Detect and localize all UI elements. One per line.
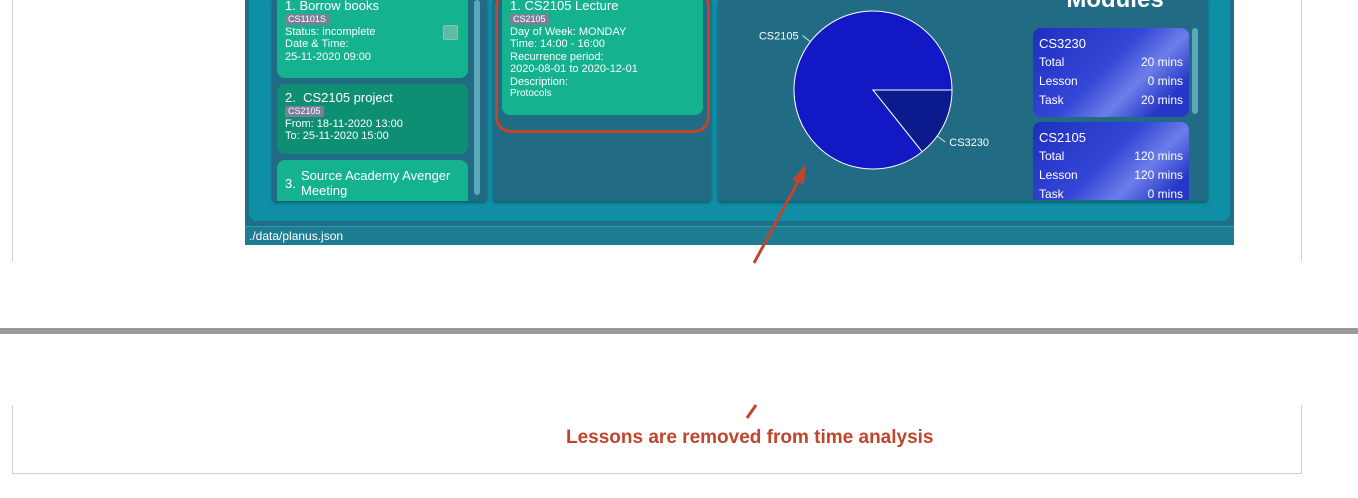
lesson-index: 1.	[510, 0, 521, 13]
pie-label-cs2105: CS2105	[759, 31, 799, 43]
task-title-line2: Meeting	[301, 183, 348, 198]
lesson-recurrence-label: Recurrence period:	[510, 50, 604, 63]
lesson-description: Protocols	[510, 88, 552, 99]
lesson-recurrence: 2020-08-01 to 2020-12-01	[510, 63, 638, 75]
module-row-value: 0 mins	[1147, 187, 1183, 200]
annotation-arrow	[752, 164, 806, 264]
task-index: 2.	[285, 90, 296, 105]
module-row-value: 120 mins	[1134, 149, 1183, 163]
module-name: CS2105	[1039, 130, 1086, 145]
module-row-value: 20 mins	[1140, 55, 1183, 69]
lesson-card[interactable]: 1. CS2105 Lecture CS2105 Day of Week: MO…	[502, 0, 703, 115]
done-checkbox[interactable]	[443, 25, 458, 40]
module-tag: CS2105	[510, 14, 549, 25]
task-datetime-label: Date & Time:	[285, 38, 349, 50]
task-card[interactable]: 2. CS2105 project CS2105 From: 18-11-202…	[277, 84, 468, 154]
task-index: 3.	[285, 176, 296, 191]
module-card[interactable]: CS3230 Total 20 mins Lesson 0 mins Task 20 …	[1033, 28, 1189, 117]
task-title: CS2105 project	[303, 90, 393, 105]
module-list: CS3230 Total 20 mins Lesson 0 mins Task 20 …	[1033, 0, 1193, 200]
module-row-label: Task	[1039, 93, 1064, 107]
task-status: Status: incomplete	[285, 25, 376, 38]
module-card[interactable]: CS2105 Total 120 mins Lesson 120 mins Task…	[1033, 122, 1189, 200]
lesson-time: Time: 14:00 - 16:00	[510, 38, 605, 50]
module-row-value: 120 mins	[1134, 168, 1183, 182]
task-card[interactable]: 3. Source Academy Avenger Meeting	[277, 160, 468, 201]
module-row-label: Total	[1039, 55, 1065, 69]
annotation-caption: Lessons are removed from time analysis	[566, 427, 934, 448]
task-index: 1.	[285, 0, 296, 13]
task-card[interactable]: 1. Borrow books CS1101S Status: incomple…	[277, 0, 468, 78]
annotation-arrow-tail	[745, 404, 758, 419]
module-tag: CS1101S	[285, 14, 329, 25]
module-row-value: 0 mins	[1147, 74, 1183, 88]
module-row-label: Lesson	[1039, 168, 1078, 182]
pie-leader-line	[802, 35, 811, 43]
module-row-label: Lesson	[1039, 74, 1078, 88]
lesson-description-label: Description:	[510, 75, 569, 88]
lesson-day: Day of Week: MONDAY	[510, 25, 627, 38]
lesson-title: CS2105 Lecture	[524, 0, 619, 13]
page-divider	[0, 328, 1358, 334]
task-datetime: 25-11-2020 09:00	[285, 50, 372, 63]
module-list-scrollbar[interactable]	[1192, 28, 1198, 114]
pie-label-cs3230: CS3230	[949, 137, 989, 149]
pie-leader-line	[936, 135, 946, 143]
module-name: CS3230	[1039, 36, 1086, 51]
module-tag: CS2105	[285, 106, 324, 117]
task-from: From: 18-11-2020 13:00	[285, 117, 403, 130]
task-to: To: 25-11-2020 15:00	[285, 130, 389, 142]
task-list-scrollbar[interactable]	[474, 0, 480, 195]
module-row-label: Total	[1039, 149, 1065, 163]
data-file-path: ./data/planus.json	[249, 229, 344, 243]
module-row-label: Task	[1039, 187, 1064, 200]
task-title: Borrow books	[299, 0, 379, 13]
task-title: Source Academy Avenger	[301, 168, 451, 183]
task-list: 1. Borrow books CS1101S Status: incomple…	[277, 0, 469, 201]
module-row-value: 20 mins	[1140, 93, 1183, 107]
